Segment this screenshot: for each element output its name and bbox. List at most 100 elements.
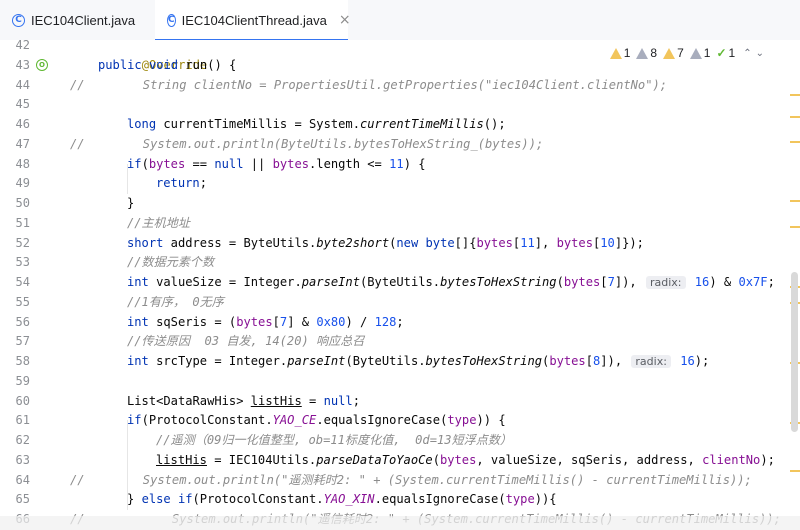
tab-iec104client[interactable]: C IEC104Client.java — [0, 0, 155, 40]
warning-marker[interactable] — [790, 116, 800, 118]
field: bytes — [439, 452, 477, 467]
field: bytes — [549, 354, 586, 368]
override-marker-icon[interactable]: O — [36, 59, 48, 71]
code-line-48: if(bytes == null || bytes.length <= 11) … — [127, 155, 426, 175]
code-text: ) / — [345, 314, 375, 329]
warning-marker[interactable] — [790, 141, 800, 143]
field: bytes — [563, 275, 601, 289]
variable: listHis — [250, 393, 302, 408]
chevron-up-icon[interactable]: ⌃ — [743, 48, 751, 59]
code-line-53: //数据元素个数 — [127, 253, 214, 273]
chevron-down-icon[interactable]: ⌄ — [756, 48, 764, 59]
inspection-widget[interactable]: 1 8 7 1 ✓ 1 ⌃ ⌄ — [603, 44, 764, 62]
method-name: bytesToHexString — [425, 354, 543, 368]
parameter-hint: radix: — [631, 355, 671, 368]
warning-marker[interactable] — [790, 200, 800, 202]
code-text: srcType = Integer. — [148, 354, 288, 368]
code-line-56: int sqSeris = (bytes[7] & 0x80) / 128; — [127, 313, 404, 333]
warning-marker[interactable] — [790, 470, 800, 472]
warning-marker[interactable] — [790, 226, 800, 228]
code-editor[interactable]: 42 43 O 44 45 46 47 48 49 50 51 52 53 54… — [0, 38, 800, 530]
line-number: 48 — [15, 156, 30, 171]
number: 7 — [607, 275, 615, 289]
code-text: valueSize = Integer. — [148, 275, 302, 289]
vertical-scrollbar[interactable] — [786, 40, 800, 530]
keyword: short — [127, 235, 164, 250]
keyword: public — [98, 57, 142, 72]
warning-marker[interactable] — [790, 94, 800, 96]
code-line-62: //遥测（09归一化值整型, ob=11标度化值, 0d=13短浮点数） — [156, 431, 512, 451]
field: bytes — [556, 235, 593, 250]
line-number: 42 — [15, 38, 30, 52]
keyword: int — [127, 275, 149, 289]
code-line-51: //主机地址 — [127, 214, 190, 234]
code-text: } — [127, 196, 135, 210]
commented-code: // System.out.println(ByteUtils.bytesToH… — [70, 136, 544, 151]
code-text: ); — [760, 452, 775, 467]
field: bytes — [476, 235, 513, 250]
code-line-57: //传送原因 03 自发, 14(20) 响应总召 — [127, 332, 364, 352]
comment: //1有序， 0无序 — [127, 294, 224, 309]
weak-warning-count[interactable]: 8 — [636, 46, 657, 60]
keyword: if — [127, 156, 142, 171]
code-line-52: short address = ByteUtils.byte2short(new… — [127, 234, 644, 254]
line-number: 52 — [15, 235, 30, 250]
code-text: List<DataRawHis> — [127, 393, 251, 408]
code-area[interactable]: @Override public void run() { // String … — [70, 40, 785, 530]
keyword: return — [156, 176, 200, 191]
line-number: 49 — [15, 176, 30, 191]
keyword: long — [127, 117, 157, 131]
line-number: 64 — [15, 472, 30, 487]
code-text: = — [301, 393, 324, 408]
line-number: 46 — [15, 117, 30, 131]
method-name: currentTimeMillis — [360, 117, 484, 131]
field: type — [505, 492, 535, 507]
ok-count[interactable]: ✓ 1 — [716, 46, 735, 60]
field: bytes — [148, 156, 186, 171]
code-text: ; — [767, 275, 775, 289]
line-number-gutter: 42 43 O 44 45 46 47 48 49 50 51 52 53 54… — [0, 38, 62, 530]
keyword: void — [148, 57, 179, 72]
warning-count[interactable]: 1 — [609, 46, 630, 60]
tab-iec104clientthread[interactable]: C IEC104ClientThread.java × — [155, 0, 351, 41]
scrollbar-thumb[interactable] — [791, 272, 798, 432]
number: 11 — [389, 156, 404, 171]
close-icon[interactable]: × — [339, 12, 351, 28]
constant: YAO_XIN — [323, 492, 375, 507]
code-line-55: //1有序， 0无序 — [127, 293, 224, 313]
line-number: 58 — [15, 354, 30, 368]
keyword: if — [127, 413, 142, 428]
keyword: else if — [141, 492, 193, 507]
code-text: ); — [694, 354, 710, 368]
line-number: 61 — [15, 413, 30, 428]
code-text: [ — [600, 275, 608, 289]
code-line-49: return; — [156, 174, 207, 194]
line-number: 47 — [15, 136, 30, 151]
number: 128 — [374, 314, 397, 329]
warning-icon — [663, 47, 676, 59]
line-number: 60 — [15, 393, 30, 408]
code-text: ; — [199, 176, 207, 191]
code-line-43: public void run() { — [98, 56, 236, 76]
line-number: 56 — [15, 314, 30, 329]
method-name: parseInt — [287, 354, 346, 368]
code-text: .length <= — [309, 156, 390, 171]
horizontal-scrollbar[interactable] — [0, 516, 800, 530]
line-number: 54 — [15, 275, 30, 289]
method-name: parseInt — [301, 275, 360, 289]
number: 16 — [694, 275, 710, 289]
line-number: 59 — [15, 373, 30, 388]
typo-count[interactable]: 1 — [689, 46, 710, 60]
code-line-60: List<DataRawHis> listHis = null; — [127, 392, 360, 412]
check-icon: ✓ — [716, 46, 727, 60]
comment: //遥测（09归一化值整型, ob=11标度化值, 0d=13短浮点数） — [156, 433, 513, 447]
line-number: 43 — [15, 57, 30, 72]
code-text: (ByteUtils. — [345, 354, 426, 368]
warning-count-2[interactable]: 7 — [663, 46, 684, 60]
code-text: (ProtocolConstant. — [141, 413, 273, 428]
code-text: ( — [141, 156, 149, 171]
code-line-61: if(ProtocolConstant.YAO_CE.equalsIgnoreC… — [127, 411, 506, 431]
method-name: bytesToHexString — [440, 275, 557, 289]
code-line-46: long currentTimeMillis = System.currentT… — [127, 115, 506, 135]
tab-label: IEC104ClientThread.java — [181, 12, 327, 28]
